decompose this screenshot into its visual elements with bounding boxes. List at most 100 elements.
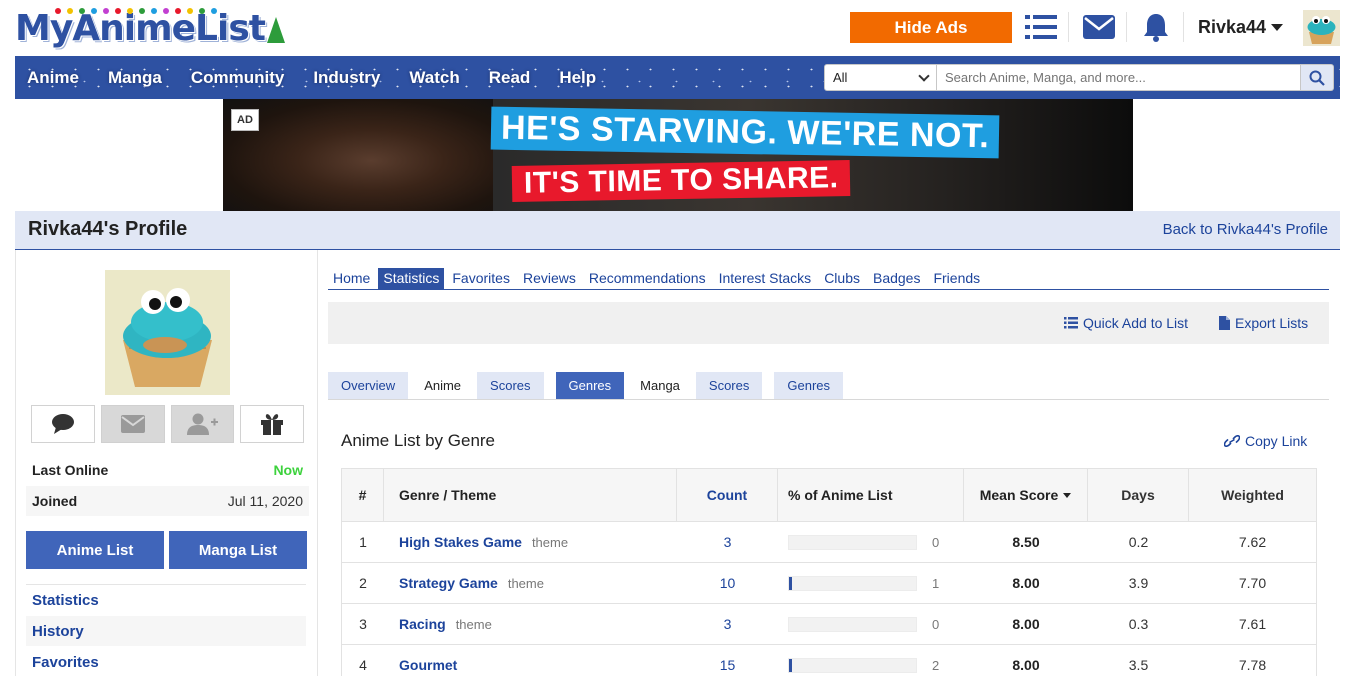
- notification-bell-icon[interactable]: [1138, 10, 1174, 44]
- column-header-mean-score[interactable]: Mean Score: [964, 469, 1088, 521]
- string-lights-decoration: [55, 8, 217, 16]
- genre-link[interactable]: Strategy Game: [399, 575, 498, 591]
- genre-link[interactable]: High Stakes Game: [399, 534, 522, 550]
- nav-item-manga[interactable]: Manga: [108, 68, 162, 88]
- chevron-down-icon: [918, 69, 930, 82]
- row-count-link[interactable]: 3: [677, 604, 778, 644]
- statistics-tabs: Overview Anime Scores Genres Manga Score…: [328, 372, 1329, 400]
- search-button[interactable]: [1301, 64, 1334, 91]
- header-avatar[interactable]: [1303, 10, 1340, 46]
- profile-avatar: [105, 270, 230, 395]
- row-genre: Strategy Game theme: [384, 563, 677, 603]
- percent-bar-fill: [789, 576, 792, 590]
- nav-item-watch[interactable]: Watch: [409, 68, 459, 88]
- light-bulb: [127, 8, 133, 14]
- genre-table: # Genre / Theme Count % of Anime List Me…: [341, 468, 1317, 676]
- row-count-link[interactable]: 15: [677, 645, 778, 676]
- column-header-days[interactable]: Days: [1088, 469, 1189, 521]
- christmas-tree-icon: [266, 17, 285, 43]
- tab-anime-genres[interactable]: Genres: [555, 372, 625, 399]
- nav-item-help[interactable]: Help: [559, 68, 596, 88]
- export-lists-label: Export Lists: [1235, 315, 1309, 331]
- tab-favorites[interactable]: Favorites: [447, 268, 515, 289]
- copy-link-label: Copy Link: [1245, 433, 1308, 449]
- mail-icon[interactable]: [1081, 10, 1117, 44]
- sort-descending-icon: [1063, 492, 1072, 498]
- nav-item-community[interactable]: Community: [191, 68, 285, 88]
- percent-value: 0: [932, 534, 940, 550]
- row-rank: 1: [359, 534, 367, 550]
- tab-manga-genres[interactable]: Genres: [774, 372, 844, 399]
- search-scope-value: All: [833, 70, 848, 85]
- back-to-profile-link[interactable]: Back to Rivka44's Profile: [1163, 221, 1328, 238]
- quick-add-link[interactable]: Quick Add to List: [1064, 315, 1188, 331]
- genre-link[interactable]: Racing: [399, 616, 446, 632]
- ad-banner[interactable]: AD HE'S STARVING. WE'RE NOT. IT'S TIME T…: [223, 99, 1133, 211]
- sidebar-link-history[interactable]: History: [26, 616, 306, 646]
- joined-value: Jul 11, 2020: [227, 493, 303, 509]
- light-bulb: [163, 8, 169, 14]
- tab-badges[interactable]: Badges: [868, 268, 925, 289]
- tab-interest-stacks[interactable]: Interest Stacks: [714, 268, 817, 289]
- copy-link[interactable]: Copy Link: [1224, 433, 1307, 449]
- column-header-weighted[interactable]: Weighted: [1189, 469, 1316, 521]
- list-icon[interactable]: [1023, 10, 1059, 44]
- quick-add-label: Quick Add to List: [1083, 315, 1189, 331]
- search-scope-select[interactable]: All: [824, 64, 937, 91]
- comment-button[interactable]: [31, 405, 95, 443]
- site-header: MyAnimeList Hide Ads Rivka44: [15, 0, 1340, 56]
- row-count-link[interactable]: 10: [677, 563, 778, 603]
- column-header-rank[interactable]: #: [342, 469, 384, 521]
- search-input[interactable]: [937, 64, 1301, 91]
- site-logo[interactable]: MyAnimeList: [15, 6, 285, 50]
- tab-home[interactable]: Home: [328, 268, 375, 289]
- genre-link[interactable]: Gourmet: [399, 657, 457, 673]
- row-percent: 0: [778, 604, 964, 644]
- row-count-link[interactable]: 3: [677, 522, 778, 562]
- add-friend-button[interactable]: [170, 405, 235, 443]
- header-divider: [1068, 12, 1069, 42]
- row-mean-score: 8.00: [964, 604, 1088, 644]
- genre-tag: theme: [531, 534, 569, 550]
- row-rank: 2: [359, 575, 367, 591]
- anime-list-button[interactable]: Anime List: [26, 531, 164, 569]
- column-header-count[interactable]: Count: [677, 469, 778, 521]
- username: Rivka44: [1198, 16, 1267, 37]
- tab-anime-scores[interactable]: Scores: [477, 372, 544, 399]
- search-bar: All: [824, 64, 1334, 91]
- profile-header: Rivka44's Profile Back to Rivka44's Prof…: [15, 211, 1340, 250]
- light-bulb: [67, 8, 73, 14]
- mean-score-value: 8.00: [1012, 616, 1040, 632]
- comment-icon: [51, 414, 74, 434]
- row-days: 0.2: [1128, 534, 1149, 550]
- column-header-genre[interactable]: Genre / Theme: [384, 469, 677, 521]
- nav-item-industry[interactable]: Industry: [313, 68, 380, 88]
- sidebar-link-favorites[interactable]: Favorites: [26, 647, 306, 676]
- tab-recommendations[interactable]: Recommendations: [584, 268, 711, 289]
- row-genre: Gourmet: [384, 645, 677, 676]
- column-header-percent[interactable]: % of Anime List: [778, 469, 964, 521]
- anime-group-label: Anime: [424, 378, 462, 393]
- list-buttons: Anime List Manga List: [26, 531, 307, 569]
- message-button[interactable]: [100, 405, 165, 443]
- tab-manga-scores[interactable]: Scores: [695, 372, 763, 399]
- last-online-row: Last Online Now: [26, 455, 309, 485]
- tab-reviews[interactable]: Reviews: [518, 268, 581, 289]
- sidebar-link-statistics[interactable]: Statistics: [26, 585, 306, 615]
- light-bulb: [211, 8, 217, 14]
- hide-ads-button[interactable]: Hide Ads: [850, 12, 1012, 43]
- row-mean-score: 8.00: [964, 563, 1088, 603]
- export-lists-link[interactable]: Export Lists: [1219, 315, 1308, 331]
- tab-clubs[interactable]: Clubs: [819, 268, 865, 289]
- tab-overview[interactable]: Overview: [328, 372, 409, 399]
- manga-list-button[interactable]: Manga List: [169, 531, 307, 569]
- nav-item-read[interactable]: Read: [489, 68, 531, 88]
- nav-menu: Anime Manga Community Industry Watch Rea…: [27, 56, 625, 99]
- table-header-row: # Genre / Theme Count % of Anime List Me…: [342, 469, 1316, 522]
- light-bulb: [79, 8, 85, 14]
- gift-button[interactable]: [240, 405, 304, 443]
- nav-item-anime[interactable]: Anime: [27, 68, 79, 88]
- tab-friends[interactable]: Friends: [928, 268, 985, 289]
- user-menu[interactable]: Rivka44: [1198, 14, 1284, 40]
- tab-statistics[interactable]: Statistics: [378, 268, 445, 289]
